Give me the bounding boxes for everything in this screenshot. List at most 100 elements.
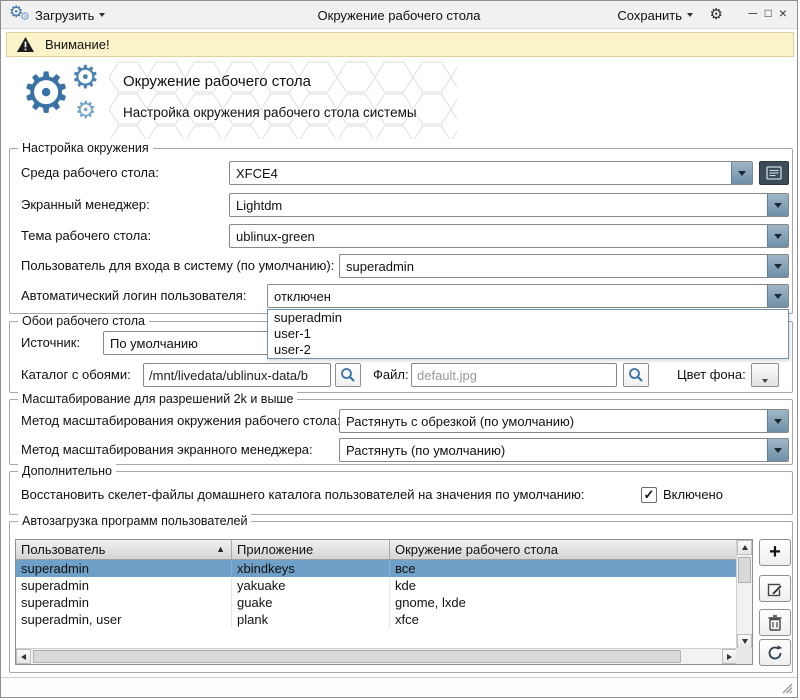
desktop-environment-label: Среда рабочего стола:	[21, 161, 159, 185]
horizontal-scrollbar[interactable]	[16, 648, 737, 664]
desktop-environment-select[interactable]: XFCE4	[229, 161, 753, 185]
scaling-desktop-select[interactable]: Растянуть с обрезкой (по умолчанию)	[339, 409, 789, 433]
wallpaper-source-label: Источник:	[21, 331, 80, 355]
wallpaper-dir-input[interactable]	[143, 363, 331, 387]
horizontal-scroll-thumb[interactable]	[33, 650, 681, 663]
autostart-table: Пользователь ▲ Приложение Окружение рабо…	[15, 539, 753, 665]
table-header-row: Пользователь ▲ Приложение Окружение рабо…	[16, 540, 737, 560]
resize-grip[interactable]	[780, 681, 794, 695]
background-color-picker[interactable]	[751, 363, 779, 387]
trash-icon	[767, 614, 783, 632]
chevron-down-icon	[767, 285, 788, 307]
group-scaling-legend: Масштабирование для разрешений 2k и выше	[18, 392, 297, 406]
logo-gear-large-icon: ⚙	[21, 65, 71, 121]
vertical-scroll-thumb[interactable]	[738, 557, 751, 583]
browse-file-button[interactable]	[623, 363, 649, 387]
page-title: Окружение рабочего стола	[123, 73, 311, 90]
table-row[interactable]: superadmin, user plank xfce	[16, 611, 737, 628]
scroll-right-button[interactable]	[722, 649, 737, 664]
display-manager-select[interactable]: Lightdm	[229, 193, 789, 217]
group-autostart-legend: Автозагрузка программ пользователей	[18, 514, 251, 528]
scaling-dm-select[interactable]: Растянуть (по умолчанию)	[339, 438, 789, 462]
scaling-desktop-label: Метод масштабирования окружения рабочего…	[21, 409, 341, 433]
autologin-label: Автоматический логин пользователя:	[21, 284, 246, 308]
titlebar: ⚙ ⚙ Загрузить Окружение рабочего стола С…	[1, 1, 797, 29]
scroll-down-button[interactable]	[737, 634, 752, 649]
chevron-down-icon	[731, 162, 752, 184]
chevron-down-icon	[687, 13, 693, 17]
dropdown-option[interactable]: superadmin	[268, 310, 788, 326]
maximize-button[interactable]: □	[765, 7, 772, 19]
chevron-down-icon	[767, 410, 788, 432]
display-manager-value: Lightdm	[230, 198, 767, 213]
browse-dir-button[interactable]	[335, 363, 361, 387]
column-header-label: Пользователь	[21, 540, 216, 559]
load-menu-button[interactable]: Загрузить	[35, 1, 105, 29]
wallpaper-file-label: Файл:	[373, 363, 409, 387]
settings-gear-icon[interactable]: ⚙	[710, 7, 723, 22]
theme-value: ublinux-green	[230, 229, 767, 244]
wallpaper-file-input[interactable]	[411, 363, 617, 387]
minimize-button[interactable]: ─	[748, 7, 757, 19]
column-header-app[interactable]: Приложение	[232, 540, 390, 559]
background-color-label: Цвет фона:	[677, 363, 746, 387]
sort-ascending-icon: ▲	[216, 540, 225, 559]
list-icon	[766, 166, 782, 180]
scroll-up-button[interactable]	[737, 540, 752, 555]
warning-triangle-icon	[16, 36, 35, 53]
scroll-left-button[interactable]	[16, 649, 31, 664]
save-menu-button[interactable]: Сохранить	[617, 1, 693, 29]
table-row[interactable]: superadmin yakuake kde	[16, 577, 737, 594]
delete-row-button[interactable]	[759, 609, 791, 636]
dropdown-option[interactable]: user-2	[268, 342, 788, 358]
load-button-label: Загрузить	[35, 8, 94, 23]
warning-banner: Внимание!	[6, 32, 794, 57]
logo-gear-medium-icon: ⚙	[71, 61, 100, 93]
magnifier-icon	[340, 367, 356, 383]
group-wallpaper-legend: Обои рабочего стола	[18, 314, 149, 328]
skel-restore-checkbox-label: Включено	[663, 483, 723, 507]
autologin-value: отключен	[268, 289, 767, 304]
chevron-down-icon	[99, 13, 105, 17]
status-bar	[1, 677, 797, 697]
add-row-button[interactable]: +	[759, 539, 791, 566]
theme-label: Тема рабочего стола:	[21, 224, 151, 248]
theme-select[interactable]: ublinux-green	[229, 224, 789, 248]
logo-gear-small-icon: ⚙	[75, 99, 97, 123]
app-window: ⚙ ⚙ Загрузить Окружение рабочего стола С…	[0, 0, 798, 698]
table-row[interactable]: superadmin xbindkeys все	[16, 560, 737, 577]
magnifier-icon	[628, 367, 644, 383]
app-gear-small-icon: ⚙	[20, 12, 30, 23]
chevron-down-icon	[767, 225, 788, 247]
refresh-button[interactable]	[759, 639, 791, 666]
column-header-user[interactable]: Пользователь ▲	[16, 540, 232, 559]
warning-text: Внимание!	[45, 37, 110, 52]
edit-row-button[interactable]	[759, 575, 791, 602]
refresh-icon	[766, 644, 784, 662]
group-extra-legend: Дополнительно	[18, 464, 116, 478]
skel-restore-label: Восстановить скелет-файлы домашнего ката…	[21, 483, 585, 507]
chevron-down-icon	[767, 439, 788, 461]
page-subtitle: Настройка окружения рабочего стола систе…	[123, 105, 417, 120]
plus-icon: +	[769, 542, 781, 562]
scaling-dm-value: Растянуть (по умолчанию)	[340, 443, 767, 458]
chevron-down-icon	[767, 255, 788, 277]
save-button-label: Сохранить	[617, 8, 682, 23]
scrollbar-corner	[736, 648, 752, 664]
scaling-desktop-value: Растянуть с обрезкой (по умолчанию)	[340, 414, 767, 429]
group-environment-legend: Настройка окружения	[18, 141, 153, 155]
skel-restore-checkbox[interactable]: ✓	[641, 487, 657, 503]
vertical-scrollbar[interactable]	[736, 540, 752, 649]
close-button[interactable]: ×	[779, 6, 787, 20]
column-header-env[interactable]: Окружение рабочего стола	[390, 540, 737, 559]
wallpaper-dir-label: Каталог с обоями:	[21, 363, 131, 387]
desktop-environment-details-button[interactable]	[759, 161, 789, 185]
check-icon: ✓	[644, 488, 655, 501]
dropdown-option[interactable]: user-1	[268, 326, 788, 342]
login-user-select[interactable]: superadmin	[339, 254, 789, 278]
autologin-dropdown-list: superadmin user-1 user-2	[267, 309, 789, 359]
column-header-label: Окружение рабочего стола	[395, 540, 736, 559]
scaling-dm-label: Метод масштабирования экранного менеджер…	[21, 438, 313, 462]
table-row[interactable]: superadmin guake gnome, lxde	[16, 594, 737, 611]
autologin-select[interactable]: отключен	[267, 284, 789, 308]
